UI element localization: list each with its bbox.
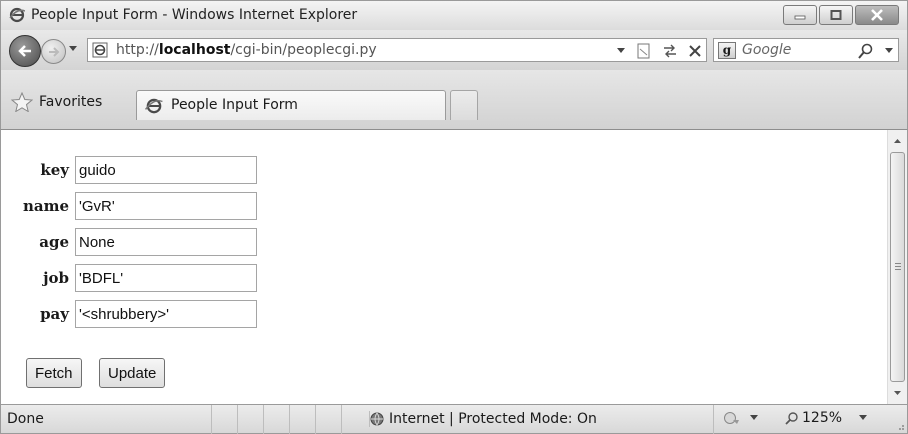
close-window-button[interactable]: [855, 5, 899, 25]
tab-people-input-form[interactable]: People Input Form: [136, 90, 446, 120]
title-bar: People Input Form - Windows Internet Exp…: [0, 0, 908, 30]
page-content: key name age job pay Fetch Update: [0, 130, 908, 404]
job-input[interactable]: [75, 264, 257, 292]
pay-input[interactable]: [75, 300, 257, 328]
status-bar: Done Internet | Protected Mode: On 125%: [0, 404, 908, 434]
back-button[interactable]: [9, 35, 41, 67]
navigation-bar: http://localhost/cgi-bin/peoplecgi.py g …: [0, 30, 908, 70]
address-dropdown-icon[interactable]: [616, 47, 626, 55]
form-row-age: age: [21, 228, 257, 256]
search-provider-icon: g: [718, 42, 736, 59]
maximize-button[interactable]: [819, 5, 853, 25]
key-input[interactable]: [75, 156, 257, 184]
url-text: http://localhost/cgi-bin/peoplecgi.py: [116, 42, 377, 58]
form-row-pay: pay: [21, 300, 257, 328]
scroll-up-icon[interactable]: [888, 132, 907, 150]
address-field[interactable]: http://localhost/cgi-bin/peoplecgi.py: [87, 38, 707, 62]
protected-mode-icon[interactable]: [723, 410, 743, 426]
scroll-down-icon[interactable]: [888, 384, 907, 402]
minimize-icon: [794, 15, 806, 20]
window-title: People Input Form - Windows Internet Exp…: [31, 7, 358, 23]
zoom-dropdown-icon[interactable]: [858, 414, 868, 422]
field-label-job: job: [43, 269, 69, 287]
history-dropdown-icon[interactable]: [68, 45, 78, 53]
compatibility-view-icon[interactable]: [636, 43, 652, 59]
field-label-key: key: [40, 161, 69, 179]
zoom-level: 125%: [802, 410, 843, 426]
status-text: Done: [7, 411, 44, 427]
favorites-button[interactable]: Favorites: [11, 92, 102, 112]
back-arrow-icon: [18, 45, 31, 57]
zoom-icon: [785, 412, 798, 425]
field-label-name: name: [22, 197, 69, 215]
age-input[interactable]: [75, 228, 257, 256]
search-placeholder: Google: [742, 42, 792, 58]
protected-mode-dropdown-icon[interactable]: [749, 414, 759, 422]
form-row-name: name: [21, 192, 257, 220]
ie-page-icon: [92, 42, 108, 58]
scroll-grip-icon: [895, 263, 901, 270]
field-label-pay: pay: [40, 305, 69, 323]
favorites-bar: Favorites People Input Form: [0, 70, 908, 130]
forward-arrow-icon: [48, 46, 59, 57]
star-icon: [11, 92, 33, 112]
scroll-thumb[interactable]: [890, 152, 905, 382]
form-row-key: key: [21, 156, 257, 184]
favorites-label: Favorites: [39, 94, 103, 110]
resize-grip-icon[interactable]: [895, 421, 905, 431]
forward-button[interactable]: [41, 39, 66, 64]
search-field[interactable]: g Google: [713, 38, 899, 62]
window-controls: [783, 5, 899, 25]
maximize-icon: [830, 10, 842, 20]
zone-text: Internet | Protected Mode: On: [389, 411, 597, 427]
fetch-button[interactable]: Fetch: [26, 358, 82, 388]
refresh-icon[interactable]: [662, 44, 678, 58]
minimize-button[interactable]: [783, 5, 817, 25]
globe-icon: [370, 412, 384, 426]
update-button[interactable]: Update: [99, 358, 166, 388]
close-icon: [871, 9, 883, 21]
ie-tab-icon: [145, 98, 163, 114]
search-icon[interactable]: [858, 43, 874, 59]
security-zone[interactable]: Internet | Protected Mode: On: [369, 411, 597, 427]
search-dropdown-icon[interactable]: [884, 47, 894, 55]
stop-icon[interactable]: [688, 44, 702, 58]
field-label-age: age: [39, 233, 69, 251]
vertical-scrollbar[interactable]: [887, 130, 907, 404]
form-row-job: job: [21, 264, 257, 292]
zoom-control[interactable]: 125%: [785, 410, 842, 426]
name-input[interactable]: [75, 192, 257, 220]
new-tab-button[interactable]: [450, 90, 478, 120]
tab-label: People Input Form: [171, 97, 298, 113]
ie-logo-icon: [9, 7, 25, 23]
